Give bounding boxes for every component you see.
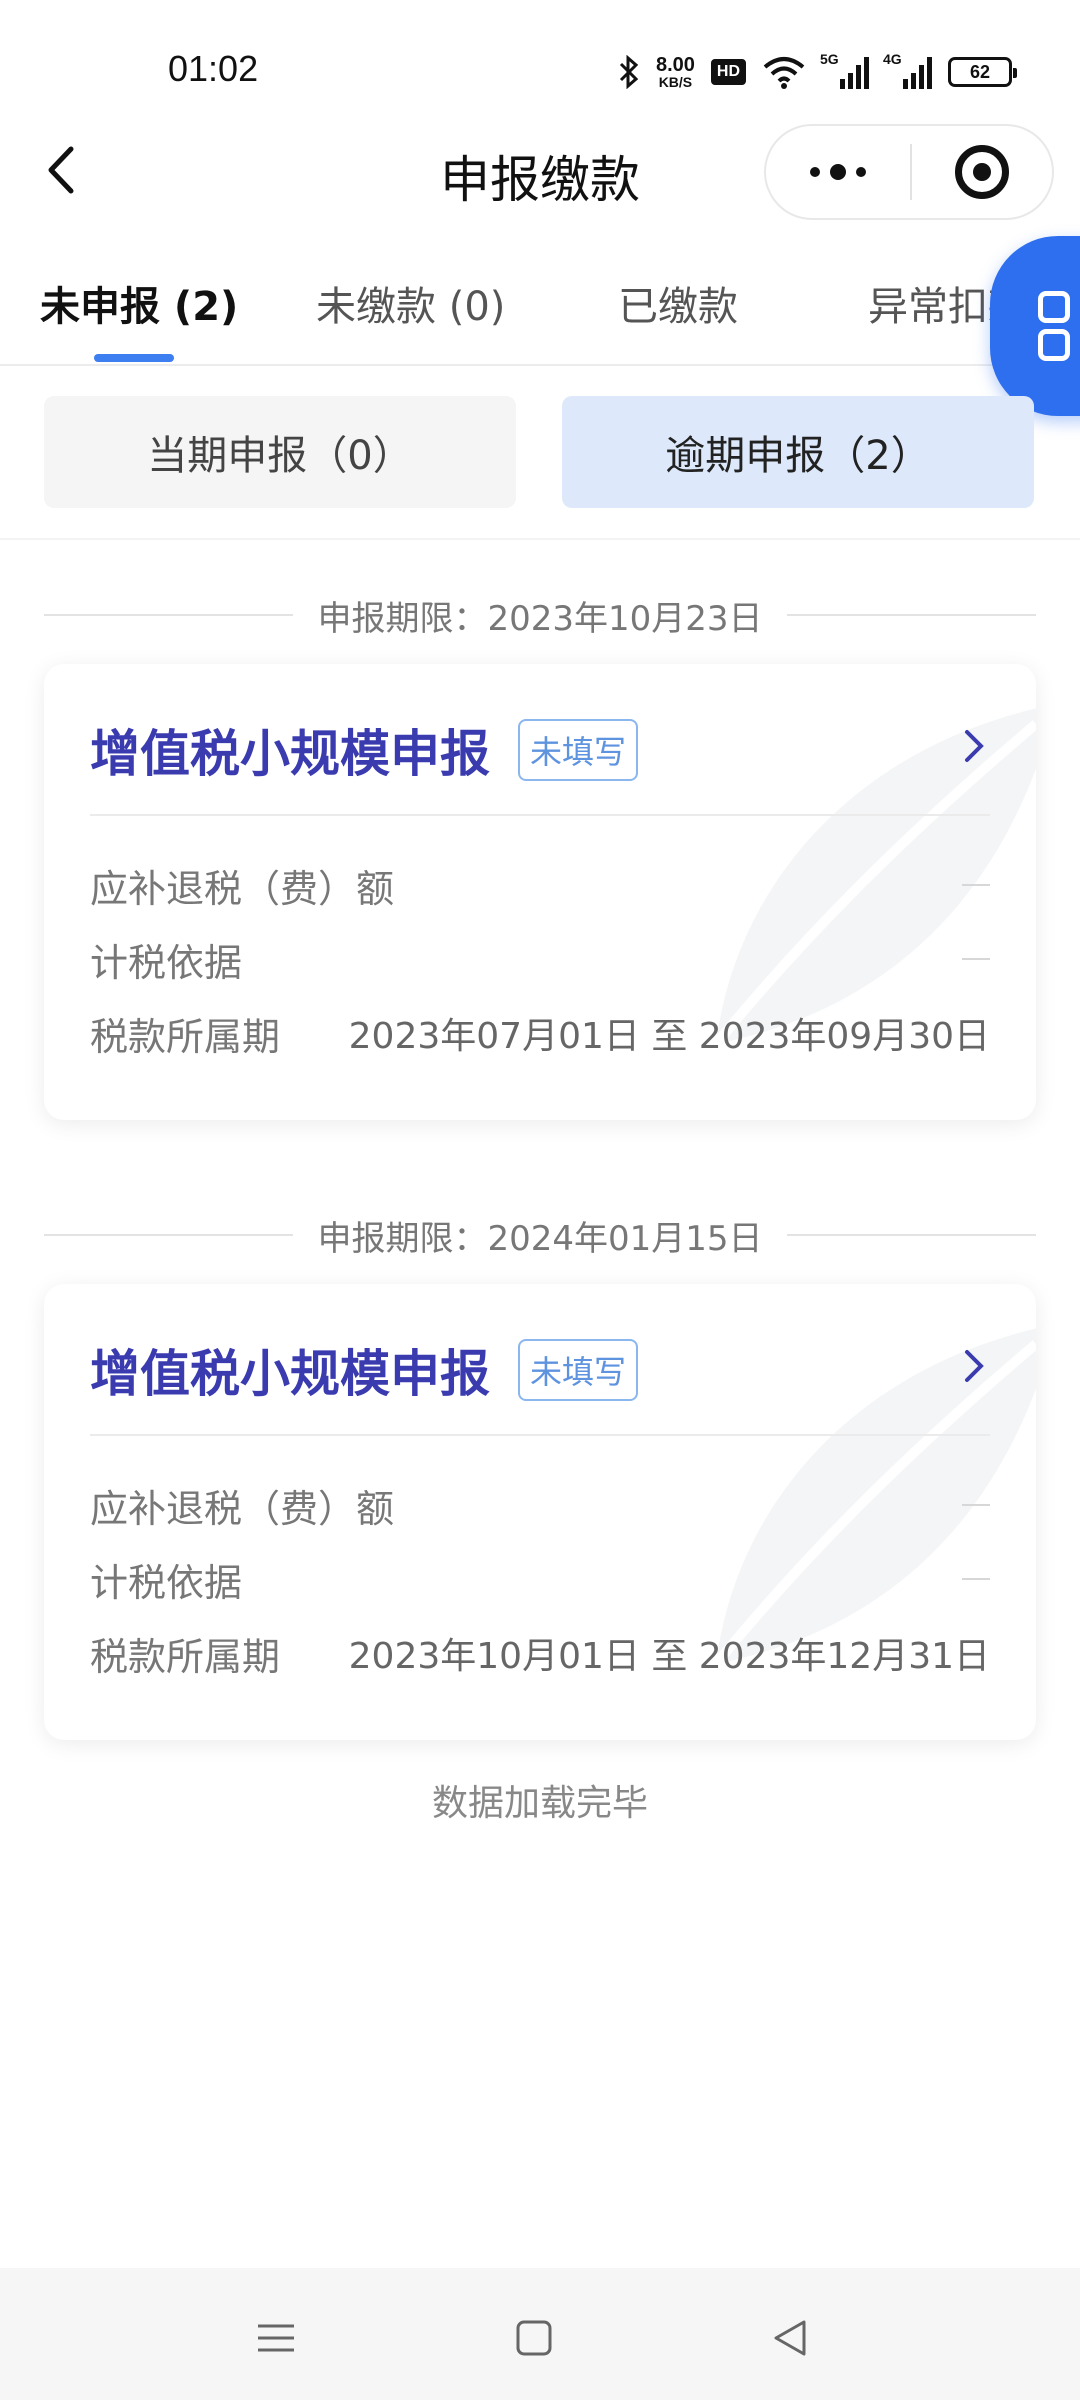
header: 申报缴款 [0, 120, 1080, 224]
row-value: 2023年07月01日 至 2023年09月30日 [348, 1016, 990, 1057]
deadline-divider: 申报期限：2024年01月15日 [44, 1210, 1036, 1260]
card-row-tax-amount: 应补退税（费）额 [90, 1480, 990, 1531]
card-row-tax-amount: 应补退税（费）额 [90, 860, 990, 911]
menu-button[interactable] [246, 2308, 306, 2368]
signal-4g-icon: 4G [883, 51, 932, 89]
close-mini-program-button[interactable] [912, 145, 1052, 199]
card-row-tax-basis: 计税依据 [90, 934, 990, 985]
row-label: 应补退税（费）额 [90, 866, 395, 911]
back-triangle-icon [774, 2320, 806, 2356]
tab-unpaid[interactable]: 未缴款 (0) [316, 274, 505, 332]
app-grid-icon [1038, 291, 1070, 361]
row-label: 税款所属期 [90, 1014, 281, 1059]
load-complete-text: 数据加载完毕 [431, 1783, 648, 1824]
system-nav-bar [0, 2268, 1080, 2400]
deadline-label: 申报期限：2023年10月23日 [317, 598, 763, 639]
battery-icon: 62 [948, 57, 1017, 87]
empty-value-dash [962, 1578, 990, 1580]
empty-value-dash [962, 1504, 990, 1506]
overdue-period-button[interactable]: 逾期申报（2） [562, 396, 1034, 508]
empty-value-dash [962, 884, 990, 886]
system-back-button[interactable] [760, 2308, 820, 2368]
mini-program-capsule [764, 124, 1054, 220]
card-separator [90, 814, 990, 816]
tab-unfiled[interactable]: 未申报 (2) [40, 274, 238, 332]
target-icon [955, 145, 1009, 199]
deadline-label: 申报期限：2024年01月15日 [317, 1218, 763, 1259]
row-label: 税款所属期 [90, 1634, 281, 1679]
tab-paid[interactable]: 已缴款 [618, 274, 738, 332]
row-value: 2023年10月01日 至 2023年12月31日 [348, 1636, 990, 1677]
wifi-icon [763, 57, 805, 89]
status-badge: 未填写 [518, 719, 639, 781]
card-title: 增值税小规模申报 [90, 725, 490, 783]
deadline-divider: 申报期限：2023年10月23日 [44, 590, 1036, 640]
more-dots-icon [810, 167, 820, 177]
status-badge: 未填写 [518, 1339, 639, 1401]
hd-icon: HD [710, 59, 746, 85]
chevron-right-icon [965, 1350, 984, 1382]
more-button[interactable] [766, 126, 910, 218]
row-label: 计税依据 [90, 940, 243, 985]
net-speed-value: 8.00 [655, 54, 695, 76]
declaration-card[interactable]: 增值税小规模申报 未填写 应补退税（费）额 计税依据 税款所属期 2023年07… [44, 664, 1036, 1120]
status-bar: 01:02 8.00 KB/S HD 5G 4G 62 [0, 0, 1080, 140]
declaration-card[interactable]: 增值税小规模申报 未填写 应补退税（费）额 计税依据 税款所属期 2023年10… [44, 1284, 1036, 1740]
card-header: 增值税小规模申报 未填写 [90, 714, 639, 786]
current-period-button[interactable]: 当期申报（0） [44, 396, 516, 508]
floating-menu-button[interactable] [990, 236, 1080, 416]
signal-4g-label: 4G [883, 51, 902, 67]
chevron-right-icon [965, 730, 984, 762]
card-separator [90, 1434, 990, 1436]
row-label: 应补退税（费）额 [90, 1486, 395, 1531]
status-icons: 8.00 KB/S HD 5G 4G 62 [618, 50, 1017, 94]
bluetooth-icon [619, 55, 639, 89]
row-label: 计税依据 [90, 1560, 243, 1605]
signal-5g-label: 5G [820, 51, 839, 67]
tab-active-indicator [94, 354, 174, 362]
period-segment: 当期申报（0） 逾期申报（2） [0, 396, 1080, 542]
home-icon [516, 2320, 552, 2356]
home-button[interactable] [504, 2308, 564, 2368]
card-row-tax-period: 税款所属期 2023年07月01日 至 2023年09月30日 [90, 1008, 990, 1059]
signal-5g-icon: 5G [820, 51, 869, 89]
card-row-tax-period: 税款所属期 2023年10月01日 至 2023年12月31日 [90, 1628, 990, 1679]
section-divider [0, 538, 1080, 540]
empty-value-dash [962, 958, 990, 960]
card-header: 增值税小规模申报 未填写 [90, 1334, 639, 1406]
card-title: 增值税小规模申报 [90, 1345, 490, 1403]
status-time: 01:02 [168, 48, 259, 89]
card-row-tax-basis: 计税依据 [90, 1554, 990, 1605]
net-speed: 8.00 KB/S [656, 55, 695, 89]
net-speed-unit: KB/S [658, 74, 693, 90]
menu-icon [258, 2324, 294, 2352]
tab-bar: 未申报 (2) 未缴款 (0) 已缴款 异常扣款 [0, 250, 1080, 366]
